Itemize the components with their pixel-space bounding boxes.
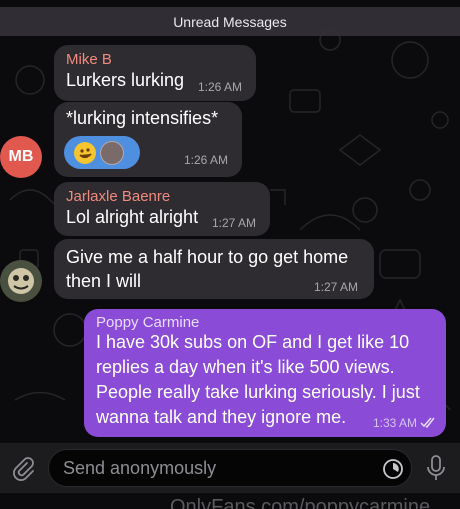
- message-text: wanna talk and they ignore me.: [96, 407, 347, 427]
- paperclip-icon[interactable]: [8, 454, 36, 482]
- outgoing-message-bubble[interactable]: Poppy Carmine I have 30k subs on OF and …: [84, 309, 446, 437]
- double-check-icon: [420, 415, 436, 429]
- unread-messages-banner: Unread Messages: [0, 7, 460, 36]
- message-text: Lol alright alright: [66, 207, 199, 227]
- message-bubble[interactable]: Mike B Lurkers lurking 1:26 AM: [54, 45, 256, 101]
- timer-icon[interactable]: [381, 457, 405, 481]
- watermark-text: OnlyFans.com/poppycarmine: [170, 496, 431, 509]
- message-text: then I will: [66, 271, 142, 291]
- message-time: 1:33 AM: [373, 416, 418, 430]
- sender-name[interactable]: Mike B: [66, 51, 112, 68]
- avatar-jarlaxle[interactable]: [0, 260, 42, 302]
- sender-name[interactable]: Poppy Carmine: [96, 314, 199, 331]
- message-time: 1:27 AM: [314, 280, 359, 294]
- composer-bar: Send anonymously: [0, 443, 460, 493]
- message-input[interactable]: Send anonymously: [48, 449, 412, 487]
- message-bubble[interactable]: Jarlaxle Baenre Lol alright alright 1:27…: [54, 182, 270, 236]
- microphone-icon[interactable]: [424, 453, 448, 483]
- reaction-pill[interactable]: [64, 136, 140, 169]
- message-text: *lurking intensifies*: [66, 108, 219, 128]
- message-time: 1:26 AM: [198, 80, 243, 94]
- message-text: Lurkers lurking: [66, 70, 185, 90]
- rofl-emoji-icon: [74, 141, 96, 164]
- message-time: 1:26 AM: [184, 153, 229, 167]
- message-text: Give me a half hour to go get home: [66, 247, 349, 267]
- message-text: replies a day when it's like 500 views.: [96, 357, 395, 377]
- message-time: 1:27 AM: [212, 216, 257, 230]
- avatar-initials: MB: [8, 148, 34, 165]
- reactor-avatar: [100, 140, 124, 165]
- message-text: People really take lurking seriously. I …: [96, 382, 420, 402]
- avatar-mike-b[interactable]: MB: [0, 136, 42, 178]
- message-text: I have 30k subs on OF and I get like 10: [96, 332, 410, 352]
- unread-messages-label: Unread Messages: [173, 13, 287, 30]
- sender-name[interactable]: Jarlaxle Baenre: [66, 188, 170, 205]
- input-placeholder: Send anonymously: [63, 458, 217, 478]
- message-bubble[interactable]: Give me a half hour to go get home then …: [54, 239, 374, 299]
